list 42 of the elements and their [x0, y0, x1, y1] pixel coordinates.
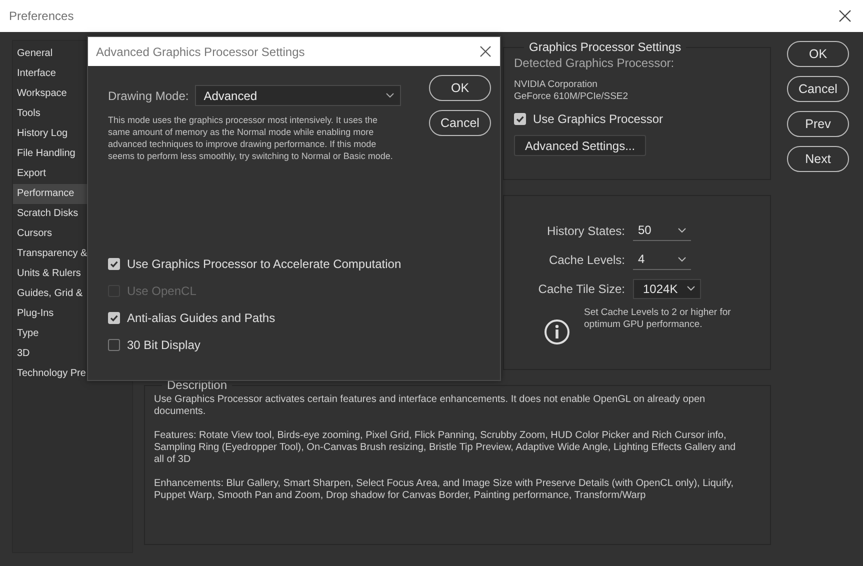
detected-label: Detected Graphics Processor: [514, 56, 676, 70]
note-text: Set Cache Levels to 2 or higher for optimum GPU performance. [584, 307, 732, 331]
caret-icon [678, 228, 686, 232]
dialog-button[interactable]: Next [787, 146, 849, 172]
field-label: History States: [546, 224, 626, 238]
checkbox[interactable] [108, 258, 120, 270]
info-icon [544, 319, 570, 345]
dialog-button[interactable]: Cancel [787, 76, 849, 102]
caret-icon [687, 286, 695, 291]
panel-title: Description [166, 378, 228, 392]
checkbox[interactable] [514, 113, 526, 125]
checkbox[interactable] [108, 338, 120, 350]
window-title: Preferences [9, 9, 74, 23]
checkbox-label: Use Graphics Processor [533, 112, 664, 126]
caret-icon [678, 256, 686, 262]
close-icon[interactable] [480, 46, 491, 57]
dialog-button[interactable]: Cancel [429, 110, 491, 136]
gpu-name: GeForce 610M/PCIe/SSE2 [514, 91, 630, 103]
dialog-button[interactable]: OK [429, 75, 491, 101]
dropdown[interactable]: 50 [633, 220, 691, 240]
close-icon[interactable] [839, 10, 851, 22]
description-text: Use Graphics Processor activates certain features and interface enhancements. It does not enable OpenGL on already open documents. [154, 394, 706, 418]
mode-description: This mode uses the graphics processor most intensively. It uses the same amount of memory as the Normal mode while enabling more advanced techniques to improve drawing performance. If this mode seems to perform less smoothly, try switching to Normal or Basic mode. [108, 114, 394, 162]
description-text: Enhancements: Blur Gallery, Smart Sharpen, Select Focus Area, and Image Size with Preserve Details (with OpenCL only), Liquify, Puppet Warp, Smooth Pan and Zoom, Drop shadow for Canvas Border, Painting performance, Transform/Warp [154, 478, 735, 502]
checkbox-label: Anti-alias Guides and Paths [127, 310, 276, 324]
caret-icon [386, 93, 394, 98]
dialog-button[interactable]: Prev [787, 111, 849, 137]
dropdown[interactable]: 1024K [633, 278, 701, 298]
description-text: Features: Rotate View tool, Birds-eye zooming, Pixel Grid, Flick Panning, Scrubby Zoom, HUD Color Picker and Rich Cursor info, Sampling Ring (Eyedropper Tool), On-Canvas Brush resizing, Bristle Tip Preview, Adaptive Wide Angle, Lighting Effects Gallery and all of 3D [154, 430, 737, 466]
field-label: Cache Tile Size: [537, 282, 626, 296]
checkbox-label: 30 Bit Display [127, 338, 200, 352]
gpu-name: NVIDIA Corporation [514, 79, 598, 91]
checkbox[interactable] [108, 312, 120, 324]
dialog-button[interactable]: OK [787, 41, 849, 67]
field-label: Cache Levels: [548, 252, 626, 266]
dialog-title: Advanced Graphics Processor Settings [96, 44, 305, 58]
advanced-settings-button[interactable]: Advanced Settings... [514, 135, 646, 156]
dropdown[interactable]: 4 [633, 250, 691, 270]
panel-title: Graphics Processor Settings [528, 40, 682, 54]
drawing-mode-dropdown[interactable]: Advanced [194, 85, 401, 106]
checkbox-label: Use Graphics Processor to Accelerate Computation [127, 256, 402, 270]
field-label: Drawing Mode: [108, 88, 189, 102]
